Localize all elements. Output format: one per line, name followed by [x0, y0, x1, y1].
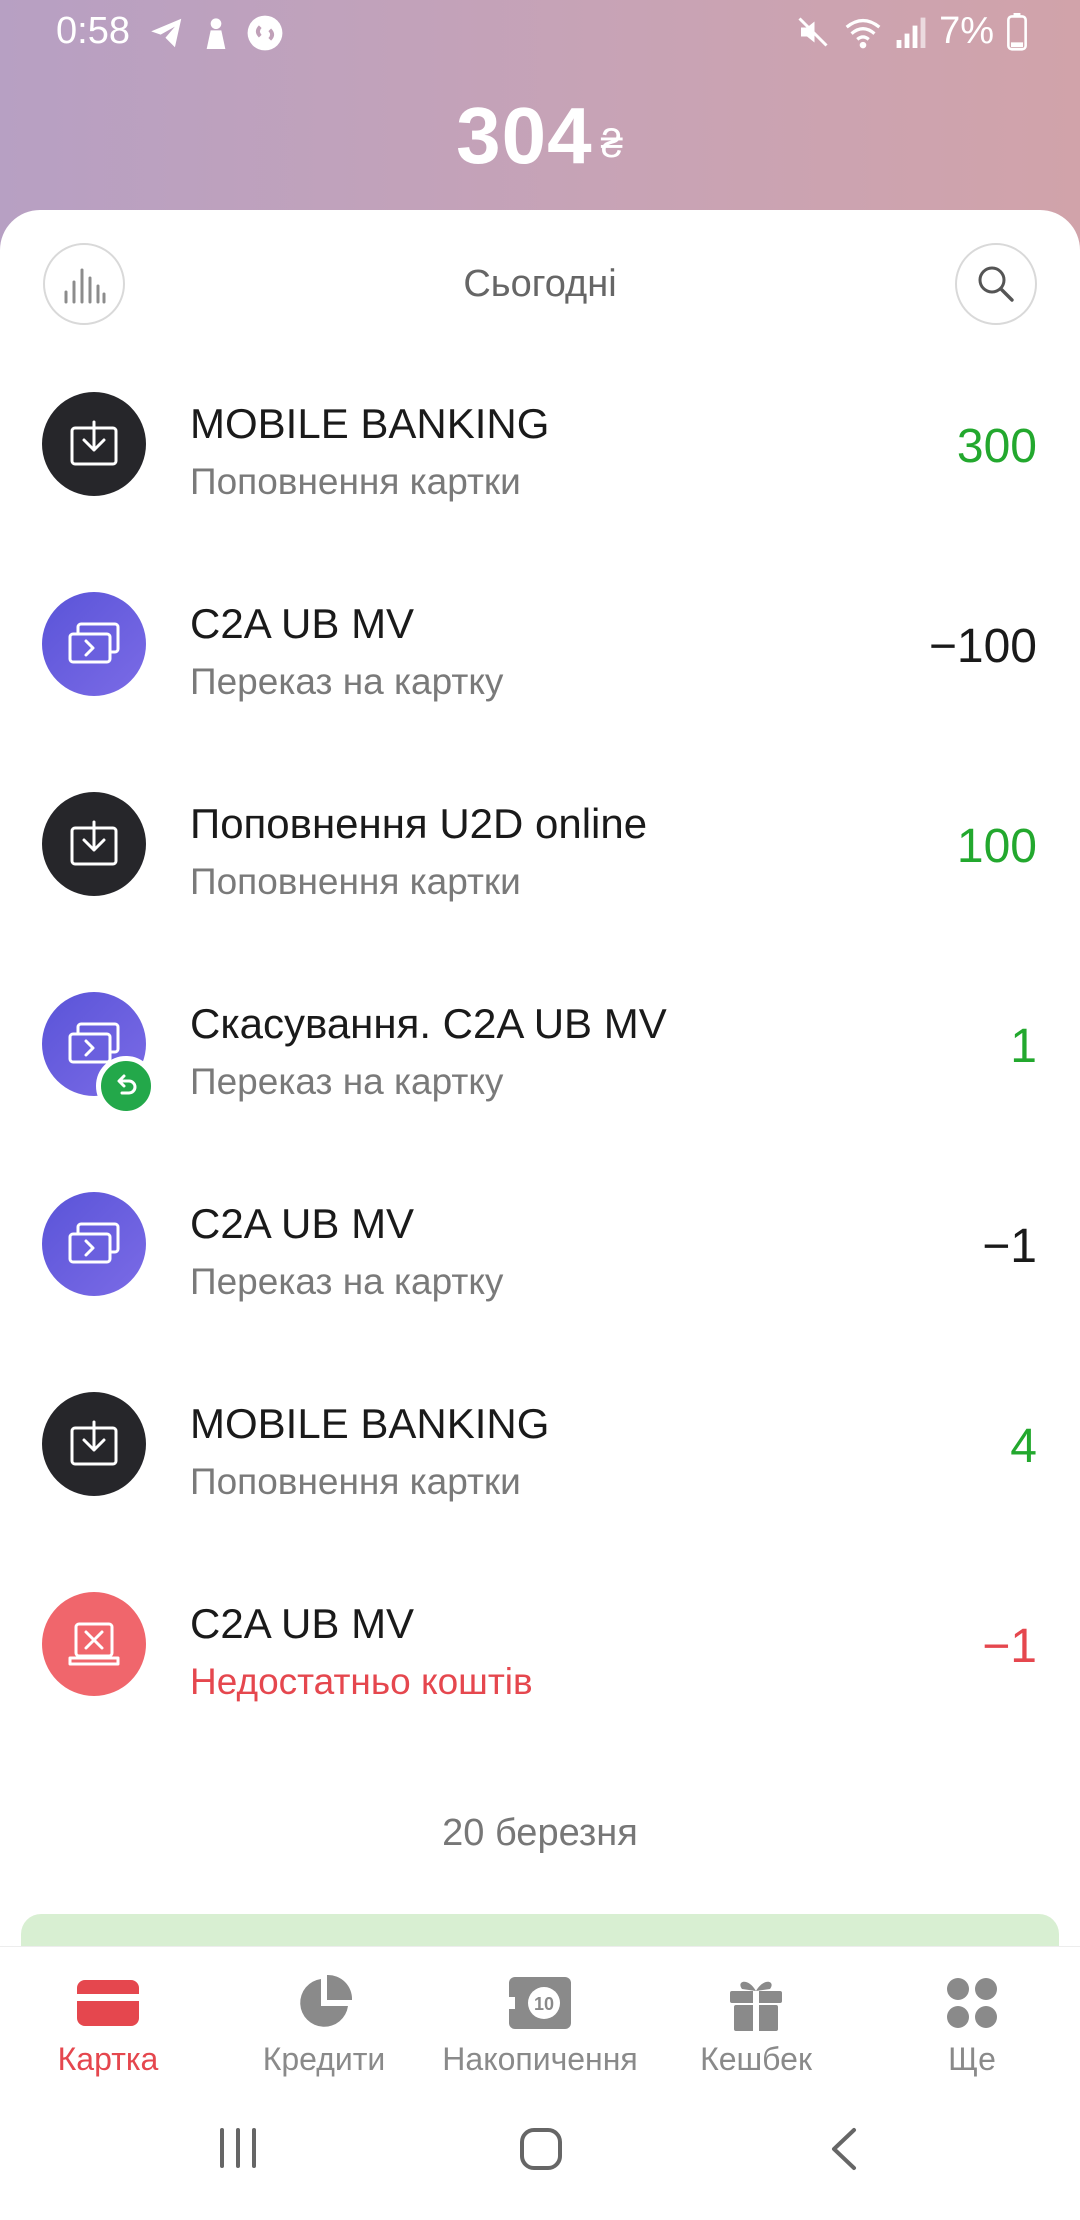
transaction-amount: 100 — [956, 820, 1037, 873]
system-navigation-bar — [0, 2086, 1080, 2220]
transaction-row[interactable]: MOBILE BANKING Поповнення картки 300 — [0, 370, 1080, 570]
recent-apps-button[interactable] — [216, 2126, 260, 2170]
back-button[interactable] — [826, 2126, 862, 2172]
transaction-subtitle: Поповнення картки — [190, 861, 521, 902]
currency-symbol: ₴ — [600, 122, 624, 166]
telegram-icon — [151, 18, 182, 48]
transaction-subtitle: Недостатньо коштів — [190, 1661, 533, 1702]
transaction-row[interactable]: C2A UB MV Переказ на картку −100 — [0, 570, 1080, 770]
period-label: Сьогодні — [463, 263, 617, 305]
pie-chart-icon — [216, 1971, 432, 2035]
nav-item-savings[interactable]: 10 Накопичення — [432, 1971, 648, 2078]
transaction-row[interactable]: C2A UB MV Недостатньо коштів −1 — [0, 1570, 1080, 1770]
transaction-row[interactable]: Скасування. C2A UB MV Переказ на картку … — [0, 970, 1080, 1170]
transaction-amount: 4 — [1010, 1420, 1037, 1473]
status-time: 0:58 — [56, 10, 130, 52]
status-right: 7% — [795, 10, 1028, 53]
transaction-list: MOBILE BANKING Поповнення картки 300 C2A… — [0, 370, 1080, 1770]
transaction-amount: 1 — [1010, 1020, 1037, 1073]
transaction-subtitle: Поповнення картки — [190, 461, 521, 502]
card-icon — [0, 1971, 216, 2035]
transaction-subtitle: Переказ на картку — [190, 1061, 504, 1102]
nav-item-cashback[interactable]: Кешбек — [648, 1971, 864, 2078]
battery-level: 7% — [939, 10, 994, 52]
nav-item-credits[interactable]: Кредити — [216, 1971, 432, 2078]
nav-item-more[interactable]: Ще — [864, 1971, 1080, 2078]
nav-label: Накопичення — [442, 2041, 638, 2077]
transaction-title: MOBILE BANKING — [190, 1400, 550, 1447]
transaction-title: MOBILE BANKING — [190, 400, 550, 447]
nav-label: Кредити — [262, 2041, 386, 2077]
transaction-subtitle: Поповнення картки — [190, 1461, 521, 1502]
card-transfer-icon — [42, 1192, 146, 1296]
status-notification-icons — [148, 14, 284, 52]
search-button[interactable] — [955, 243, 1037, 325]
transaction-amount: −100 — [928, 620, 1037, 673]
transaction-row[interactable]: Поповнення U2D online Поповнення картки … — [0, 770, 1080, 970]
card-transfer-icon — [42, 592, 146, 696]
more-icon — [864, 1971, 1080, 2035]
mute-icon — [798, 16, 828, 47]
download-icon — [42, 392, 146, 496]
transaction-subtitle: Переказ на картку — [190, 661, 504, 702]
status-bar: 0:58 7% — [0, 0, 1080, 64]
signal-icon — [896, 17, 926, 48]
transaction-title: C2A UB MV — [190, 1600, 415, 1647]
transaction-title: Скасування. C2A UB MV — [190, 1000, 667, 1047]
transaction-row[interactable]: C2A UB MV Переказ на картку −1 — [0, 1170, 1080, 1370]
download-icon — [42, 792, 146, 896]
gift-icon — [648, 1971, 864, 2035]
bottom-nav: Картка Кредити 10 Накопичення Кешбек Ще — [0, 1946, 1080, 2087]
card-balance: 304 ₴ — [0, 90, 1080, 182]
transactions-sheet: Сьогодні MOBILE BANKING Поповнення картк… — [0, 210, 1080, 1950]
nav-label: Кешбек — [700, 2041, 812, 2077]
nav-label: Ще — [948, 2041, 996, 2077]
download-icon — [42, 1392, 146, 1496]
balance-amount: 304 — [456, 91, 593, 180]
date-separator: 20 березня — [442, 1812, 638, 1854]
transaction-subtitle: Переказ на картку — [190, 1261, 504, 1302]
savings-icon-label: 10 — [534, 1994, 554, 2014]
wifi-icon — [845, 18, 881, 48]
home-button[interactable] — [518, 2126, 564, 2172]
savings-icon: 10 — [432, 1971, 648, 2035]
transaction-amount: −1 — [982, 1620, 1037, 1673]
nav-item-card[interactable]: Картка — [0, 1971, 216, 2078]
notification-app-icon — [206, 18, 226, 49]
shazam-icon — [247, 15, 283, 51]
search-icon — [978, 266, 1014, 302]
nav-label: Картка — [57, 2041, 159, 2077]
transaction-amount: 300 — [956, 420, 1037, 473]
transaction-title: C2A UB MV — [190, 600, 415, 647]
transaction-title: C2A UB MV — [190, 1200, 415, 1247]
declined-icon — [42, 1592, 146, 1696]
refund-icon — [96, 1056, 156, 1116]
battery-icon — [1007, 12, 1027, 51]
transaction-row[interactable]: MOBILE BANKING Поповнення картки 4 — [0, 1370, 1080, 1570]
transaction-amount: −1 — [982, 1220, 1037, 1273]
transaction-title: Поповнення U2D online — [190, 800, 648, 847]
